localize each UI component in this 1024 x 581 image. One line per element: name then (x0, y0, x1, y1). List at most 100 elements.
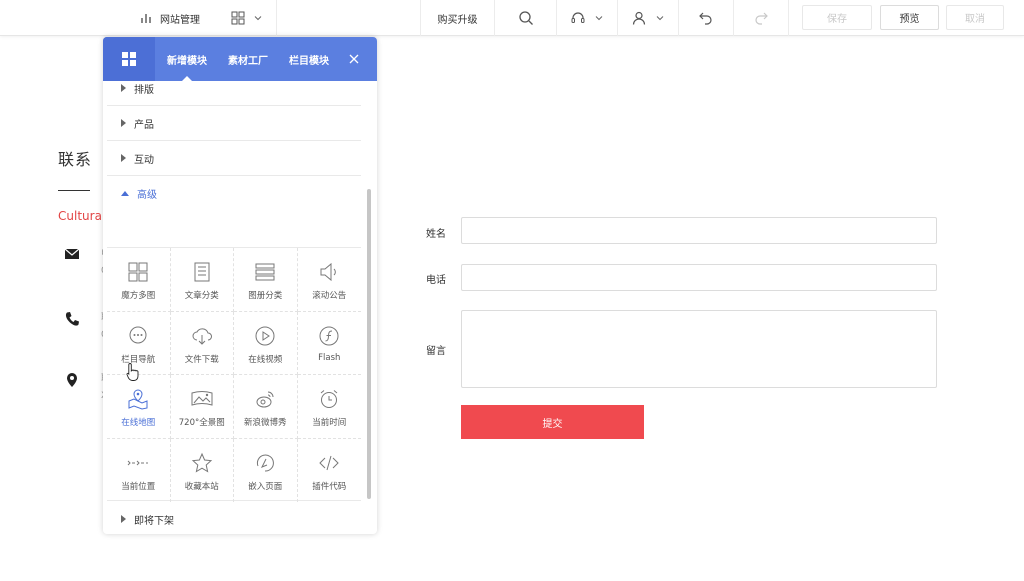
name-input[interactable] (461, 217, 937, 244)
account-button[interactable] (618, 0, 678, 36)
toolbar-divider (276, 0, 277, 36)
module-label: Flash (318, 352, 341, 363)
star-icon (191, 452, 212, 473)
module-file-download[interactable]: 文件下载 (170, 311, 234, 375)
play-circle-icon (255, 326, 275, 345)
panel-scrollbar[interactable] (367, 189, 371, 499)
apps-grid-icon (122, 52, 136, 66)
tab-new-module[interactable]: 新增模块 (167, 37, 207, 81)
module-current-position[interactable]: 当前位置 (107, 438, 171, 502)
module-article-category[interactable]: 文章分类 (170, 248, 234, 312)
redo-button[interactable] (734, 0, 788, 36)
alarm-clock-icon (320, 390, 338, 408)
caret-right-icon (121, 515, 126, 523)
chevron-down-icon (254, 16, 262, 21)
heading-divider (58, 190, 90, 191)
path-arrows-icon (127, 460, 149, 465)
undo-button[interactable] (679, 0, 733, 36)
close-icon[interactable] (347, 52, 361, 66)
section-advanced[interactable]: 高级 (107, 176, 361, 211)
caret-right-icon (121, 154, 126, 162)
module-scroll-notice[interactable]: 滚动公告 (297, 248, 361, 312)
section-product[interactable]: 产品 (107, 106, 361, 141)
submit-button[interactable]: 提交 (461, 405, 644, 439)
module-label: 插件代码 (312, 481, 347, 492)
site-manage-label: 网站管理 (160, 14, 200, 26)
message-textarea[interactable] (461, 310, 937, 388)
module-flash[interactable]: Flash (297, 312, 361, 375)
search-icon (518, 11, 533, 25)
flash-icon (319, 326, 339, 345)
section-interact[interactable]: 互动 (107, 141, 361, 176)
module-label: 滚动公告 (312, 291, 347, 301)
map-pin-icon (128, 389, 148, 410)
caret-up-icon (121, 191, 129, 196)
upgrade-button[interactable]: 购买升级 (421, 0, 494, 36)
tab-column-module[interactable]: 栏目模块 (289, 37, 329, 81)
article-list-icon (194, 262, 210, 282)
module-embed-page[interactable]: 嵌入页面 (234, 438, 298, 502)
page-heading: 联系 (58, 150, 93, 169)
message-label: 留言 (426, 346, 446, 357)
hand-cursor-icon (126, 363, 139, 381)
module-current-time[interactable]: 当前时间 (297, 375, 361, 439)
cancel-button[interactable]: 取消 (946, 5, 1004, 30)
module-label: 新浪微博秀 (243, 418, 287, 428)
user-icon (632, 11, 646, 25)
search-button[interactable] (495, 0, 556, 36)
album-list-icon (255, 263, 275, 281)
apps-menu-button[interactable] (222, 0, 272, 36)
module-label: 当前位置 (121, 481, 156, 492)
module-online-video[interactable]: 在线视频 (234, 311, 298, 375)
embed-page-icon (257, 454, 275, 472)
module-online-map[interactable]: 在线地图 (107, 375, 171, 439)
code-icon (319, 455, 339, 470)
module-panorama[interactable]: 720°全景图 (170, 375, 234, 439)
panel-header: 新增模块 素材工厂 栏目模块 (103, 37, 377, 81)
redo-icon (755, 12, 768, 25)
section-label: 排版 (134, 84, 154, 96)
module-weibo-show[interactable]: 新浪微博秀 (234, 375, 298, 439)
section-label: 互动 (134, 154, 154, 166)
tab-material-factory[interactable]: 素材工厂 (228, 37, 268, 81)
module-favorite-site[interactable]: 收藏本站 (171, 438, 234, 502)
undo-icon (699, 12, 712, 25)
save-button[interactable]: 保存 (802, 5, 872, 30)
chevron-down-icon (656, 16, 664, 21)
caret-right-icon (121, 119, 126, 127)
section-layout[interactable]: 排版 (107, 81, 361, 106)
module-label: 文章分类 (184, 291, 219, 301)
panorama-icon (191, 391, 213, 406)
page-subheading: Cultural (58, 209, 106, 223)
bar-chart-icon (141, 14, 151, 23)
site-manage-button[interactable]: 网站管理 (130, 0, 210, 36)
phone-input[interactable] (461, 264, 937, 291)
module-plugin-code[interactable]: 插件代码 (298, 439, 362, 503)
module-label: 收藏本站 (184, 481, 219, 492)
panel-body: 排版 产品 互动 高级 魔方多图 文章分类 图册分类 滚动公告 栏目导航 文件下… (107, 81, 365, 530)
phone-label: 电话 (426, 275, 446, 286)
top-toolbar: 网站管理 购买升级 保存 预览 取消 (0, 0, 1024, 36)
location-pin-icon (67, 373, 77, 387)
preview-button[interactable]: 预览 (880, 5, 939, 30)
chevron-down-icon (595, 16, 603, 21)
module-label: 在线地图 (121, 418, 156, 428)
caret-right-icon (121, 84, 126, 92)
phone-icon (65, 312, 79, 326)
module-label: 文件下载 (184, 354, 219, 365)
module-album-category[interactable]: 图册分类 (234, 248, 298, 312)
panel-grid-button[interactable] (103, 37, 155, 81)
support-button[interactable] (557, 0, 617, 36)
module-panel: 新增模块 素材工厂 栏目模块 排版 产品 互动 高级 魔方多图 文章分类 图册分… (103, 37, 377, 534)
section-offline[interactable]: 即将下架 (107, 502, 361, 530)
toolbar-divider (788, 0, 789, 36)
module-label: 当前时间 (312, 418, 347, 428)
weibo-icon (256, 391, 274, 408)
cloud-download-icon (192, 327, 212, 345)
section-label: 高级 (137, 190, 157, 201)
module-label: 720°全景图 (178, 418, 225, 428)
name-label: 姓名 (426, 229, 446, 240)
section-label: 即将下架 (134, 515, 174, 527)
module-magic-cube[interactable]: 魔方多图 (107, 248, 171, 312)
speaker-icon (320, 262, 337, 282)
